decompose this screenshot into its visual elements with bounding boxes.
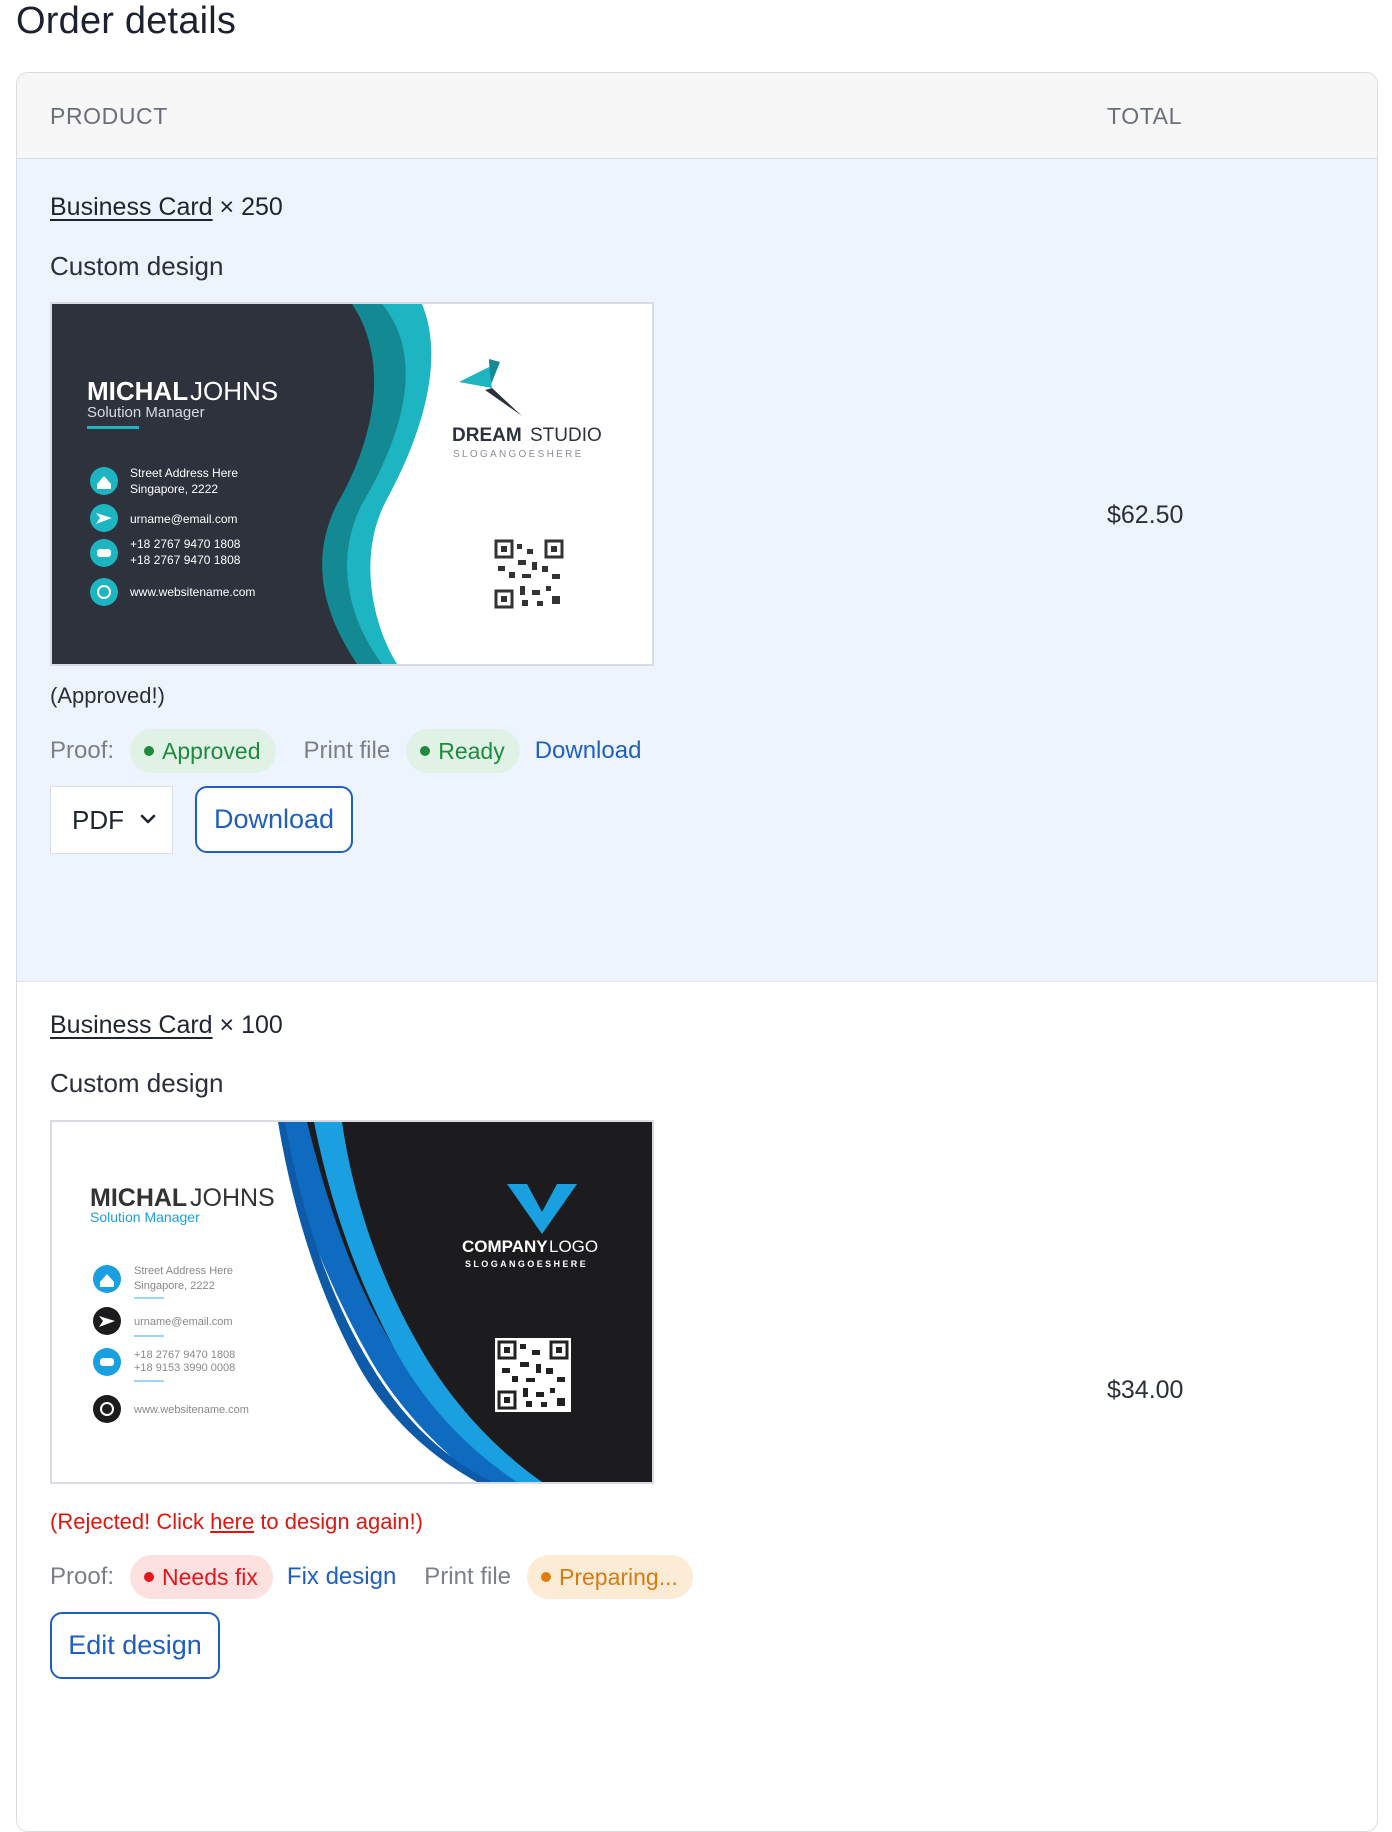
card-address-2: Singapore, 2222 (130, 482, 218, 496)
print-file-label: Print file (303, 737, 391, 764)
print-file-status-text: Ready (438, 737, 505, 764)
proof-status-text: Approved (162, 737, 261, 764)
product-line: Business Card × 250 (50, 193, 283, 222)
proof-status-badge: Approved (130, 729, 276, 773)
item-status-line: Proof: Approved Print file Ready Downloa… (50, 729, 641, 773)
status-dot-icon (144, 746, 155, 756)
table-header: PRODUCT TOTAL (17, 73, 1377, 159)
card-address-1: Street Address Here (130, 466, 238, 480)
card-website: www.websitename.com (129, 585, 255, 599)
product-quantity: × 100 (219, 1011, 283, 1039)
status-dot-icon (420, 746, 431, 756)
card-slogan: SLOGANGOESHERE (453, 449, 584, 460)
rejection-note: (Rejected! Click here to design again!) (50, 1509, 423, 1535)
column-header-product: PRODUCT (50, 103, 168, 129)
design-preview-image: MICHAL JOHNS Solution Manager Street Add… (50, 1120, 654, 1484)
card-name-first: MICHAL (90, 1184, 187, 1212)
card-address-2: Singapore, 2222 (134, 1280, 215, 1292)
file-format-value: PDF (72, 804, 124, 835)
proof-status-badge: Needs fix (130, 1555, 273, 1599)
product-link[interactable]: Business Card (50, 1011, 213, 1039)
card-slogan: SLOGANGOESHERE (465, 1259, 588, 1269)
card-email: urname@email.com (130, 512, 238, 526)
order-item-row: Business Card × 250 Custom design MICHAL… (17, 159, 1377, 982)
print-file-download-link[interactable]: Download (535, 737, 642, 765)
status-dot-icon (541, 1572, 551, 1582)
design-preview-image: MICHAL JOHNS Solution Manager Street Add… (50, 302, 654, 666)
print-file-status-badge: Preparing... (527, 1555, 693, 1599)
qr-code-icon (494, 539, 564, 609)
card-brand-last: STUDIO (530, 425, 602, 446)
column-header-total: TOTAL (1107, 103, 1182, 129)
proof-status-text: Needs fix (162, 1563, 258, 1590)
card-phone-1: +18 2767 9470 1808 (130, 537, 241, 551)
card-role: Solution Manager (90, 1209, 200, 1225)
print-file-status-badge: Ready (406, 729, 520, 773)
approval-note: (Approved!) (50, 683, 165, 708)
card-phone-1: +18 2767 9470 1808 (134, 1349, 235, 1361)
card-email: urname@email.com (134, 1316, 233, 1328)
card-website: www.websitename.com (133, 1404, 249, 1416)
rejection-note-prefix: (Rejected! Click (50, 1509, 211, 1534)
rejection-note-suffix: to design again!) (254, 1509, 423, 1534)
item-total-price: $34.00 (1107, 1376, 1184, 1404)
download-button[interactable]: Download (195, 786, 353, 853)
card-name-last: JOHNS (190, 1184, 275, 1212)
product-link[interactable]: Business Card (50, 193, 213, 221)
redesign-here-link[interactable]: here (210, 1509, 254, 1534)
design-type-label: Custom design (50, 251, 224, 281)
card-address-1: Street Address Here (134, 1265, 233, 1277)
card-phone-2: +18 9153 3990 0008 (134, 1362, 235, 1374)
qr-code-icon (495, 1338, 571, 1412)
print-file-label: Print file (424, 1563, 511, 1590)
page-title: Order details (16, 0, 237, 42)
card-name-last: JOHNS (190, 376, 278, 406)
card-brand-first: COMPANY (462, 1237, 548, 1256)
chevron-down-icon (140, 814, 156, 824)
product-quantity: × 250 (219, 193, 283, 221)
print-file-status-text: Preparing... (559, 1563, 678, 1590)
fix-design-link[interactable]: Fix design (287, 1563, 396, 1591)
edit-design-button[interactable]: Edit design (50, 1612, 220, 1679)
card-name-first: MICHAL (87, 376, 188, 406)
product-line: Business Card × 100 (50, 1011, 283, 1040)
item-total-price: $62.50 (1107, 501, 1184, 529)
order-item-row: Business Card × 100 Custom design MICHAL… (17, 982, 1377, 1831)
order-details-table: PRODUCT TOTAL Business Card × 250 Custom… (16, 72, 1378, 1832)
card-phone-2: +18 2767 9470 1808 (130, 553, 241, 567)
item-status-line: Proof: Needs fix Fix design Print file P… (50, 1555, 693, 1599)
card-brand-first: DREAM (452, 425, 522, 446)
proof-label: Proof: (50, 1563, 115, 1590)
card-brand-last: LOGO (549, 1237, 598, 1256)
status-dot-icon (144, 1572, 155, 1582)
design-type-label: Custom design (50, 1068, 224, 1098)
file-format-select[interactable]: PDF (50, 786, 173, 854)
proof-label: Proof: (50, 737, 115, 764)
card-role: Solution Manager (87, 404, 205, 421)
